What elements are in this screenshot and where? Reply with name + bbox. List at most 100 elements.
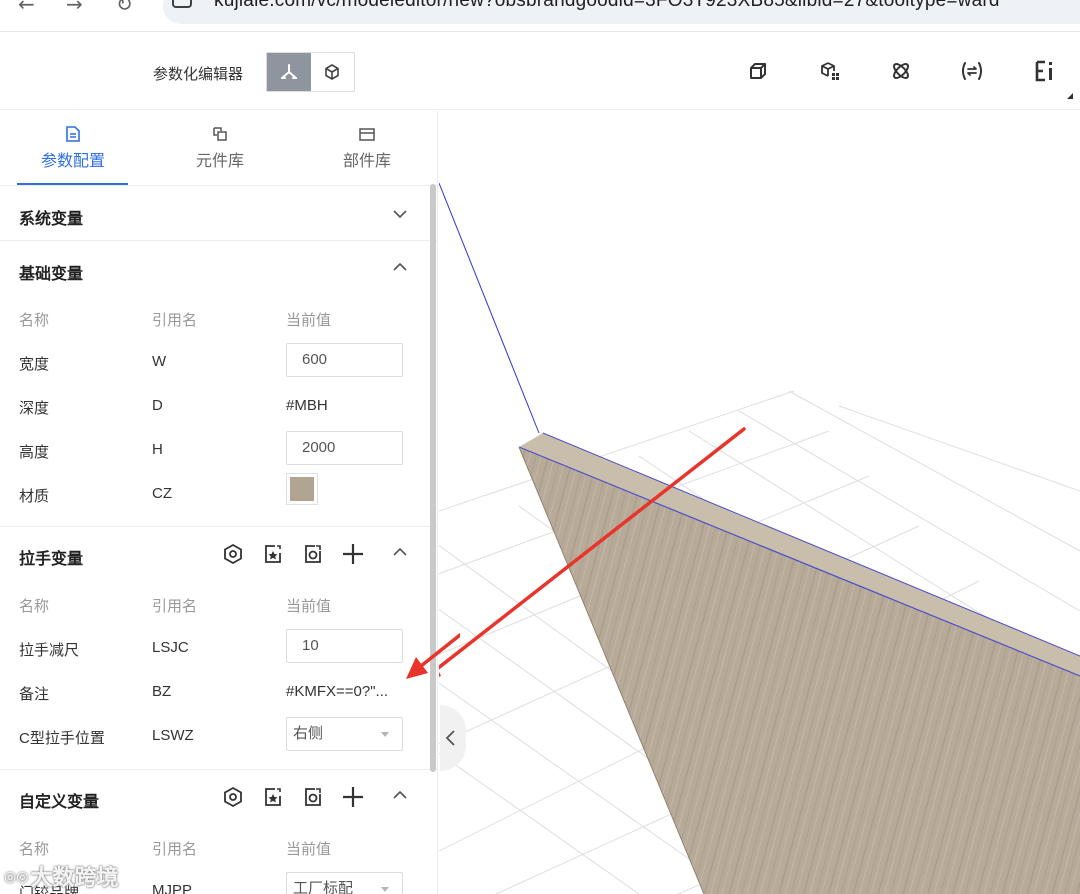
var-ref: H (152, 441, 163, 458)
var-name: 拉手减尺 (19, 642, 80, 659)
material-swatch (290, 477, 314, 501)
chevron-up-icon[interactable] (392, 787, 408, 803)
parameter-panel: 参数配置 元件库 部件库 系统变量 基础变量 名称 引用名 当前值 宽度 W 6… (0, 111, 438, 894)
var-name: 备注 (19, 686, 50, 703)
browser-toolbar: ← → ↻ kujiale.com/vc/modeleditor/new?obs… (0, 0, 1080, 32)
var-name: C型拉手位置 (19, 730, 105, 747)
section-title: 自定义变量 (19, 794, 100, 811)
chevron-up-icon[interactable] (392, 544, 408, 560)
editor-header: 参数化编辑器 (0, 33, 1080, 110)
tab-part-library[interactable]: 部件库 (312, 125, 422, 171)
3d-viewport[interactable] (439, 111, 1080, 894)
system-vars-header[interactable]: 系统变量 (0, 186, 437, 241)
add-icon[interactable] (342, 543, 364, 565)
width-value-input[interactable]: 600 (286, 343, 403, 377)
handle-reduction-input[interactable]: 10 (286, 629, 403, 663)
material-swatch-button[interactable] (286, 473, 318, 505)
handle-vars-table: 名称 引用名 当前值 拉手减尺 LSJC 10 备注 BZ #KMFX==0?"… (0, 582, 437, 758)
3d-mode-button[interactable] (311, 53, 355, 91)
column-value-header: 当前值 (286, 598, 332, 615)
editor-title: 参数化编辑器 (153, 66, 244, 83)
var-name: 材质 (19, 488, 50, 505)
var-name: 高度 (19, 444, 50, 461)
parametric-mode-button[interactable] (267, 53, 311, 91)
table-row: 材质 CZ (0, 472, 437, 516)
column-value-header: 当前值 (286, 841, 332, 858)
column-name-header: 名称 (19, 841, 50, 858)
url-text[interactable]: kujiale.com/vc/modeleditor/new?obsbrandg… (214, 0, 1000, 12)
column-name-header: 名称 (19, 312, 50, 329)
document-icon (66, 126, 80, 142)
swap-icon (962, 62, 982, 80)
watermark-logo-icon: ◎◎ (4, 867, 29, 884)
box-grid-button[interactable] (818, 59, 842, 83)
add-icon[interactable] (342, 786, 364, 808)
forward-icon[interactable]: → (66, 0, 83, 16)
scene-canvas[interactable] (439, 111, 1080, 894)
ei-icon (1035, 60, 1052, 82)
var-ref: D (152, 397, 163, 414)
var-ref: BZ (152, 683, 172, 700)
folder-icon (359, 128, 375, 141)
tab-label: 参数配置 (40, 153, 105, 170)
settings-icon[interactable] (222, 543, 244, 565)
box-view-button[interactable] (746, 59, 770, 83)
table-header-row: 名称 引用名 当前值 (0, 296, 437, 340)
height-value-input[interactable]: 2000 (286, 431, 403, 465)
reload-icon[interactable]: ↻ (116, 0, 133, 16)
tab-parameter-config[interactable]: 参数配置 (18, 125, 128, 171)
var-ref: MJPP (152, 882, 193, 894)
remark-value[interactable]: #KMFX==0?"... (286, 683, 388, 700)
cube-icon (325, 64, 340, 80)
tab-component-library[interactable]: 元件库 (165, 125, 275, 171)
resize-corner-icon (1067, 93, 1073, 99)
site-settings-icon[interactable] (172, 0, 192, 8)
atom-button[interactable] (889, 59, 913, 83)
basic-vars-table: 名称 引用名 当前值 宽度 W 600 深度 D #MBH 高度 H 2000 … (0, 296, 437, 516)
settings-icon[interactable] (222, 786, 244, 808)
table-row: 深度 D #MBH (0, 384, 437, 428)
annotation-arrowhead (406, 633, 460, 679)
chevron-up-icon[interactable] (392, 259, 408, 275)
import-icon[interactable] (262, 786, 284, 808)
table-row: 宽度 W 600 (0, 340, 437, 384)
var-name: 深度 (19, 400, 50, 417)
column-name-header: 名称 (19, 598, 50, 615)
section-title: 系统变量 (19, 211, 84, 228)
caret-down-icon (381, 732, 389, 737)
chevron-left-icon (445, 730, 455, 746)
var-ref: LSWZ (152, 727, 194, 744)
axis-line (439, 182, 540, 434)
box-view-icon (750, 63, 766, 79)
cabinet-panel[interactable] (518, 432, 1080, 894)
hinge-brand-select[interactable]: 工厂标配 (286, 872, 403, 894)
swap-button[interactable] (960, 59, 984, 83)
active-tab-indicator (17, 183, 128, 185)
depth-value[interactable]: #MBH (286, 397, 328, 414)
back-icon[interactable]: ← (18, 0, 35, 16)
custom-vars-header[interactable]: 自定义变量 (0, 770, 437, 825)
import-icon[interactable] (262, 543, 284, 565)
box-grid-icon (821, 62, 839, 80)
component-icon (213, 127, 227, 141)
parametric-icon (280, 64, 297, 79)
atom-icon (893, 63, 909, 79)
var-ref: CZ (152, 485, 172, 502)
chevron-down-icon[interactable] (392, 206, 408, 222)
table-row: 高度 H 2000 (0, 428, 437, 472)
tab-label: 元件库 (195, 153, 244, 170)
basic-vars-header[interactable]: 基础变量 (0, 241, 437, 296)
ei-button[interactable] (1033, 59, 1057, 83)
mode-toggle (266, 52, 355, 92)
export-icon[interactable] (302, 786, 324, 808)
column-ref-header: 引用名 (152, 598, 198, 615)
select-value: 工厂标配 (293, 880, 354, 894)
handle-vars-header[interactable]: 拉手变量 (0, 527, 437, 582)
section-title: 基础变量 (19, 266, 84, 283)
panel-tabs: 参数配置 元件库 部件库 (0, 111, 437, 186)
handle-position-select[interactable]: 右侧 (286, 717, 403, 751)
column-ref-header: 引用名 (152, 312, 198, 329)
export-icon[interactable] (302, 543, 324, 565)
watermark: ◎◎ 大数跨境 (4, 860, 118, 892)
watermark-text: 大数跨境 (30, 865, 119, 890)
